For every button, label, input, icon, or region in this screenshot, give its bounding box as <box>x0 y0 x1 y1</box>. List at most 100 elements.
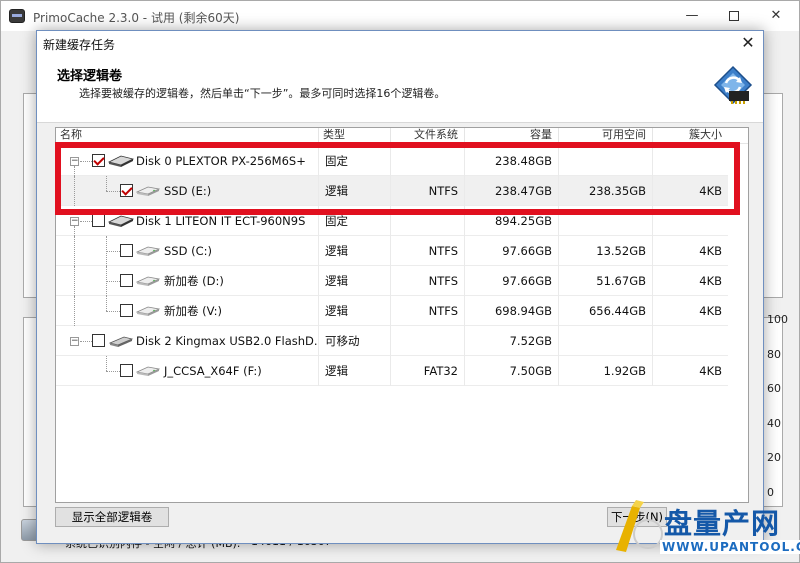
tree-connector <box>106 371 120 372</box>
hard-disk-icon <box>107 214 135 228</box>
usb-drive-icon <box>108 334 134 348</box>
tree-connector <box>80 161 92 162</box>
volume-checkbox[interactable] <box>120 274 133 287</box>
table-row[interactable]: − Disk 2 Kingmax USB2.0 FlashD... 可移动 7.52G… <box>56 326 728 356</box>
axis-tick-label: 20 <box>767 451 781 464</box>
volume-icon <box>135 274 161 288</box>
volume-checkbox[interactable] <box>120 364 133 377</box>
maximize-button[interactable] <box>719 5 749 27</box>
cell-capacity: 7.52GB <box>464 326 558 356</box>
volume-icon <box>135 244 161 258</box>
volume-checkbox[interactable] <box>92 334 105 347</box>
wizard-instruction: 选择要被缓存的逻辑卷，然后单击“下一步”。最多可同时选择16个逻辑卷。 <box>79 87 446 100</box>
cell-capacity: 238.48GB <box>464 146 558 176</box>
cell-filesystem: NTFS <box>390 266 464 296</box>
table-row[interactable]: − Disk 1 LITEON IT ECT-960N9S 固定 894.25GB <box>56 206 728 236</box>
new-cache-task-dialog: 新建缓存任务 ✕ 选择逻辑卷 选择要被缓存的逻辑卷，然后单击“下一步”。最多可同… <box>36 30 764 544</box>
column-header-capacity[interactable]: 容量 <box>464 128 558 144</box>
tree-connector <box>106 356 107 371</box>
column-header-name[interactable]: 名称 <box>56 128 318 144</box>
chip-cache-icon <box>713 65 753 105</box>
cell-cluster-size: 4KB <box>652 176 728 206</box>
cell-free-space: 13.52GB <box>558 236 652 266</box>
tree-connector <box>106 281 120 282</box>
cell-type: 逻辑 <box>318 176 390 206</box>
cell-capacity: 7.50GB <box>464 356 558 386</box>
volume-icon <box>135 304 161 318</box>
table-row[interactable]: − Disk 0 PLEXTOR PX-256M6S+ 固定 238.48GB <box>56 146 728 176</box>
minimize-button[interactable]: — <box>677 5 707 27</box>
collapse-icon[interactable]: − <box>70 337 79 346</box>
volume-tree-list[interactable]: 名称 类型 文件系统 容量 可用空间 簇大小 − Disk 0 PLEXTOR P… <box>55 127 749 503</box>
collapse-icon[interactable]: − <box>70 217 79 226</box>
cell-free-space: 656.44GB <box>558 296 652 326</box>
column-header-cluster-size[interactable]: 簇大小 <box>652 128 728 144</box>
tree-connector <box>74 296 75 326</box>
volume-name: Disk 2 Kingmax USB2.0 FlashD... <box>136 334 318 348</box>
chart-axis: 100 80 60 40 20 0 <box>759 313 799 503</box>
axis-tick-label: 60 <box>767 382 781 395</box>
column-header-filesystem[interactable]: 文件系统 <box>390 128 464 144</box>
show-all-volumes-button[interactable]: 显示全部逻辑卷 <box>55 507 169 527</box>
main-window-title: PrimoCache 2.3.0 - 试用 (剩余60天) <box>33 11 240 25</box>
collapse-icon[interactable]: − <box>70 157 79 166</box>
list-header: 名称 类型 文件系统 容量 可用空间 簇大小 <box>56 128 748 144</box>
main-close-button[interactable]: ✕ <box>761 5 791 27</box>
volume-name: 新加卷 (V:) <box>164 304 222 318</box>
cell-free-space <box>558 326 652 356</box>
table-row[interactable]: SSD (E:) 逻辑 NTFS 238.47GB 238.35GB 4KB <box>56 176 728 206</box>
table-row[interactable]: 新加卷 (V:) 逻辑 NTFS 698.94GB 656.44GB 4KB <box>56 296 728 326</box>
volume-checkbox[interactable] <box>120 304 133 317</box>
cell-type: 逻辑 <box>318 266 390 296</box>
app-icon <box>9 9 25 23</box>
volume-icon <box>135 184 161 198</box>
axis-tick-label: 80 <box>767 347 781 361</box>
cell-cluster-size <box>652 206 728 236</box>
cell-cluster-size: 4KB <box>652 266 728 296</box>
cell-capacity: 97.66GB <box>464 236 558 266</box>
volume-checkbox[interactable] <box>92 214 105 227</box>
wizard-header: 选择逻辑卷 选择要被缓存的逻辑卷，然后单击“下一步”。最多可同时选择16个逻辑卷… <box>37 55 763 123</box>
cell-capacity: 238.47GB <box>464 176 558 206</box>
cell-capacity: 894.25GB <box>464 206 558 236</box>
column-header-type[interactable]: 类型 <box>318 128 390 144</box>
axis-tick-label: 100 <box>767 313 788 326</box>
volume-checkbox[interactable] <box>92 154 105 167</box>
dialog-close-button[interactable]: ✕ <box>737 33 759 53</box>
tree-connector <box>106 311 120 312</box>
cell-type: 固定 <box>318 146 390 176</box>
tree-connector <box>80 221 92 222</box>
cell-filesystem: FAT32 <box>390 356 464 386</box>
volume-name: 新加卷 (D:) <box>164 274 224 288</box>
cell-cluster-size <box>652 326 728 356</box>
tree-connector <box>80 341 92 342</box>
cell-type: 逻辑 <box>318 236 390 266</box>
table-row[interactable]: J_CCSA_X64F (F:) 逻辑 FAT32 7.50GB 1.92GB 4KB <box>56 356 728 386</box>
cell-free-space <box>558 146 652 176</box>
tree-connector <box>106 296 107 311</box>
volume-checkbox[interactable] <box>120 184 133 197</box>
cell-free-space: 51.67GB <box>558 266 652 296</box>
cell-filesystem <box>390 326 464 356</box>
cell-filesystem: NTFS <box>390 236 464 266</box>
volume-name: SSD (C:) <box>164 244 212 258</box>
cell-filesystem <box>390 146 464 176</box>
cell-filesystem: NTFS <box>390 296 464 326</box>
cell-cluster-size: 4KB <box>652 356 728 386</box>
table-row[interactable]: 新加卷 (D:) 逻辑 NTFS 97.66GB 51.67GB 4KB <box>56 266 728 296</box>
cell-type: 逻辑 <box>318 296 390 326</box>
cell-type: 可移动 <box>318 326 390 356</box>
wizard-heading: 选择逻辑卷 <box>57 69 123 84</box>
watermark-url: WWW.UPANTOOL.COM <box>660 540 800 554</box>
tree-connector <box>74 226 75 236</box>
hard-disk-icon <box>107 154 135 168</box>
cell-filesystem: NTFS <box>390 176 464 206</box>
tree-connector <box>74 266 75 296</box>
table-row[interactable]: SSD (C:) 逻辑 NTFS 97.66GB 13.52GB 4KB <box>56 236 728 266</box>
column-header-free-space[interactable]: 可用空间 <box>558 128 652 144</box>
maximize-icon <box>729 10 739 21</box>
watermark: 盘量产网 WWW.UPANTOOL.COM <box>600 496 800 563</box>
volume-checkbox[interactable] <box>120 244 133 257</box>
tree-connector <box>74 176 75 206</box>
cell-cluster-size <box>652 146 728 176</box>
